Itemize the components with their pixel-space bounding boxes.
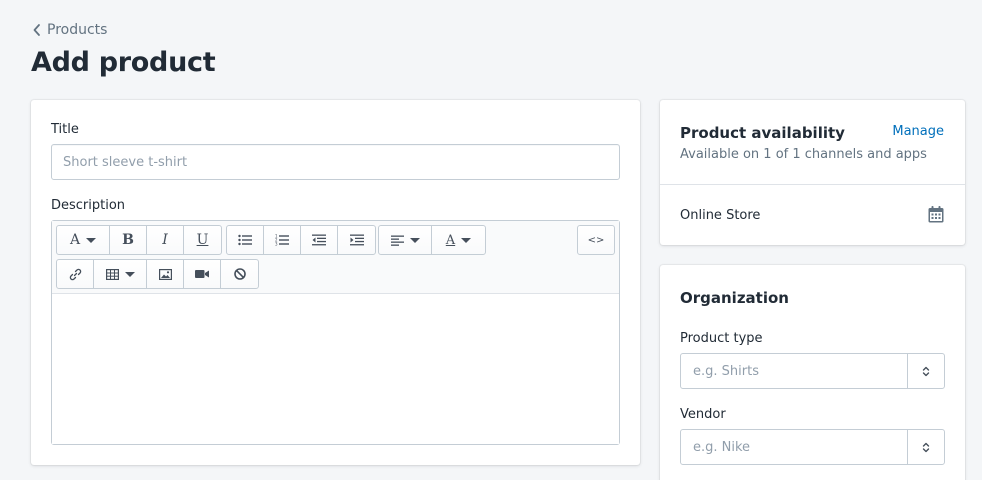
- font-icon: A: [69, 232, 81, 248]
- breadcrumb[interactable]: Products: [32, 21, 107, 39]
- availability-subtitle: Available on 1 of 1 channels and apps: [680, 147, 927, 162]
- vendor-select[interactable]: e.g. Nike: [680, 429, 945, 465]
- outdent-icon: [312, 234, 326, 246]
- numbered-list-button[interactable]: 123: [264, 226, 301, 254]
- indent-button[interactable]: [338, 226, 375, 254]
- product-availability-card: Product availability Manage Available on…: [660, 100, 965, 245]
- product-type-select-arrows[interactable]: [907, 354, 944, 388]
- bold-icon: B: [122, 232, 134, 248]
- alignment-color-group: A: [378, 225, 486, 255]
- description-label: Description: [51, 198, 126, 213]
- insert-video-button[interactable]: [184, 260, 221, 288]
- outdent-button[interactable]: [301, 226, 338, 254]
- insert-image-button[interactable]: [147, 260, 184, 288]
- italic-button[interactable]: I: [147, 226, 184, 254]
- caret-down-icon: [124, 271, 135, 277]
- description-content-area[interactable]: [52, 294, 619, 444]
- caret-down-icon: [461, 237, 472, 243]
- divider: [660, 184, 965, 185]
- text-color-dropdown-button[interactable]: A: [432, 226, 485, 254]
- underline-button[interactable]: U: [184, 226, 221, 254]
- clear-formatting-icon: [233, 268, 246, 280]
- product-details-card: Title Description A B I U: [31, 100, 640, 465]
- align-dropdown-button[interactable]: [379, 226, 432, 254]
- product-type-label: Product type: [680, 331, 763, 346]
- underline-icon: U: [196, 232, 209, 248]
- source-code-button[interactable]: <>: [578, 226, 614, 254]
- bullet-list-button[interactable]: [227, 226, 264, 254]
- organization-title: Organization: [680, 289, 789, 307]
- availability-title: Product availability: [680, 124, 845, 142]
- svg-text:3: 3: [275, 242, 278, 247]
- caret-down-icon: [86, 237, 97, 243]
- vendor-select-arrows[interactable]: [907, 430, 944, 464]
- vendor-placeholder: e.g. Nike: [693, 439, 751, 455]
- page-title: Add product: [31, 47, 216, 78]
- channel-online-store: Online Store: [680, 208, 761, 223]
- calendar-icon[interactable]: [928, 206, 944, 223]
- breadcrumb-label: Products: [47, 22, 108, 38]
- caret-down-icon: [409, 237, 420, 243]
- bullet-list-icon: [238, 234, 252, 246]
- description-editor: A B I U 123 A <>: [51, 220, 620, 445]
- select-arrows-icon: [922, 442, 930, 452]
- editor-toolbar: A B I U 123 A <>: [52, 221, 619, 294]
- table-icon: [105, 268, 119, 280]
- list-group: 123: [226, 225, 376, 255]
- bold-button[interactable]: B: [110, 226, 147, 254]
- product-type-placeholder: e.g. Shirts: [693, 363, 759, 379]
- text-format-group: A B I U: [56, 225, 222, 255]
- insert-link-button[interactable]: [57, 260, 94, 288]
- text-color-icon: A: [445, 232, 456, 248]
- font-dropdown-button[interactable]: A: [57, 226, 110, 254]
- product-type-select[interactable]: e.g. Shirts: [680, 353, 945, 389]
- manage-link[interactable]: Manage: [892, 124, 944, 139]
- italic-icon: I: [162, 232, 168, 248]
- source-code-icon: <>: [587, 234, 605, 246]
- insert-table-dropdown-button[interactable]: [94, 260, 147, 288]
- align-left-icon: [390, 235, 404, 246]
- video-icon: [195, 270, 209, 278]
- chevron-left-icon: [33, 24, 40, 36]
- title-input[interactable]: [51, 144, 620, 180]
- clear-formatting-button[interactable]: [221, 260, 258, 288]
- select-arrows-icon: [922, 366, 930, 376]
- numbered-list-icon: 123: [275, 234, 289, 246]
- vendor-label: Vendor: [680, 407, 726, 422]
- image-icon: [158, 268, 172, 280]
- source-group: <>: [577, 225, 615, 255]
- title-label: Title: [51, 122, 79, 137]
- link-icon: [69, 268, 81, 280]
- insert-group: [56, 259, 259, 289]
- indent-icon: [349, 234, 364, 246]
- organization-card: Organization Product type e.g. Shirts Ve…: [660, 265, 965, 480]
